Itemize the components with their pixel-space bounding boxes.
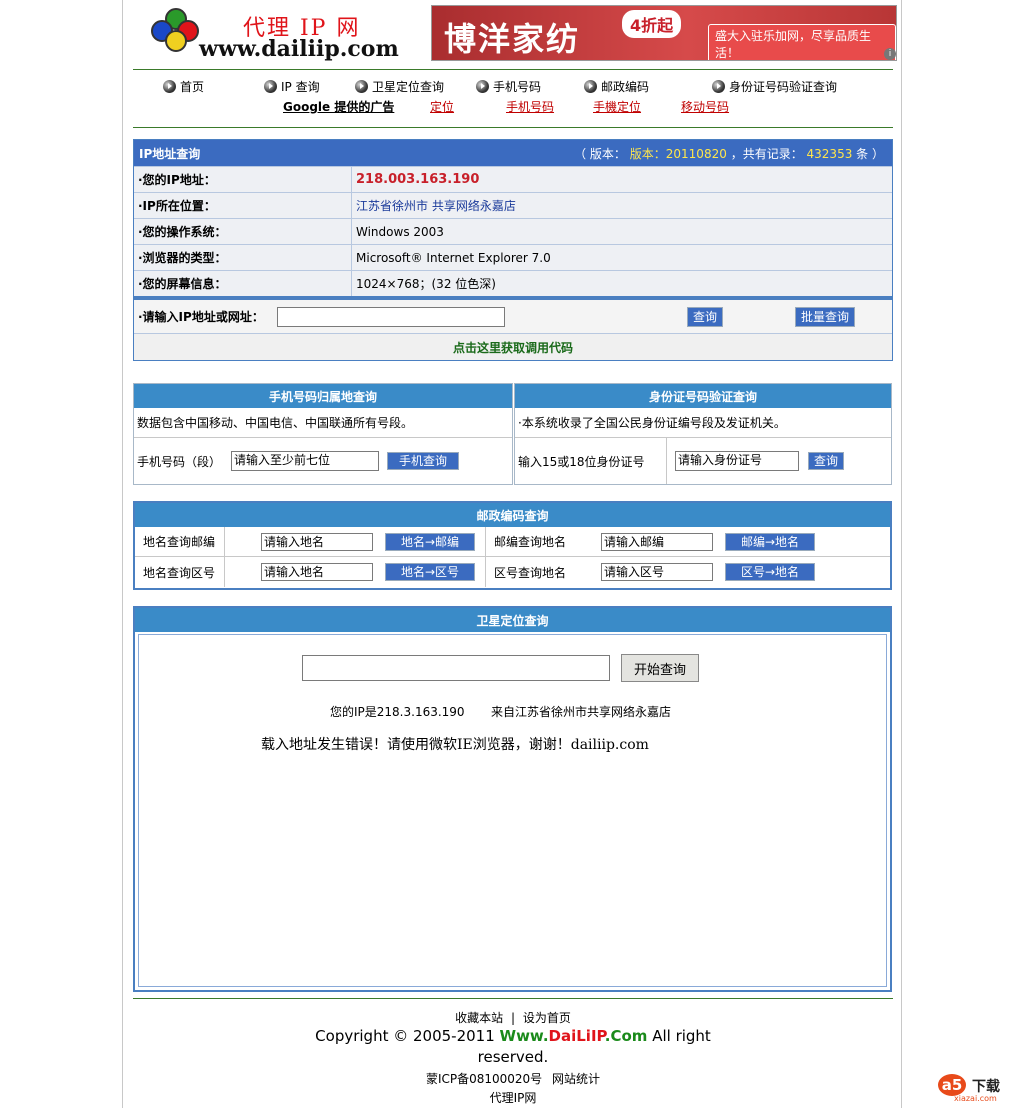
table-row: ·您的操作系统： Windows 2003 (134, 218, 892, 244)
play-bullet-icon (264, 80, 277, 93)
bookmark-link[interactable]: 收藏本站 (455, 1011, 503, 1025)
nav-item-home[interactable]: 首页 (163, 78, 204, 95)
icp-line: 蒙ICP备08100020号 网站统计 (123, 1070, 903, 1087)
info-icon[interactable]: i (884, 48, 896, 60)
table-row: ·您的IP地址： 218.003.163.190 (134, 166, 892, 192)
idcard-section-title: 身份证号码验证查询 (515, 384, 891, 408)
ip-input-label: ·请输入IP地址或网址： (138, 310, 264, 324)
nav-item-ip-query[interactable]: IP 查询 (264, 78, 320, 95)
place-to-zip-button[interactable]: 地名→邮编 (385, 532, 475, 551)
banner-title: 博洋家纺 (444, 20, 581, 58)
postal-row: 地名查询邮编 请输入地名 地名→邮编 邮编查询地名 请输入邮编 邮编→地名 (135, 526, 890, 557)
satellite-from-text: 来自江苏省徐州市共享网络永嘉店 (491, 705, 672, 719)
phone-label: 手机号码（段） (137, 454, 222, 469)
stats-link[interactable]: 网站统计 (552, 1072, 600, 1086)
idcard-query-panel: 身份证号码验证查询 ·本系统收录了全国公民身份证编号段及发证机关。 输入15或1… (514, 383, 892, 485)
os-value: Windows 2003 (356, 224, 444, 239)
satellite-frame: 开始查询 您的IP是218.3.163.190 来自江苏省徐州市共享网络永嘉店 … (138, 634, 887, 987)
footer-site-name: 代理IP网 (489, 1091, 537, 1105)
ad-banner[interactable]: 博洋家纺 4折起 盛大入驻乐加网，尽享品质生活！ i (431, 5, 897, 61)
batch-query-button[interactable]: 批量查询 (795, 306, 855, 327)
postal-row: 地名查询区号 请输入地名 地名→区号 区号查询地名 请输入区号 区号→地名 (135, 557, 890, 587)
ad-link[interactable]: 手機定位 (593, 98, 641, 115)
footer-links: 收藏本站 | 设为首页 (455, 1011, 571, 1025)
idcard-input[interactable]: 请输入身份证号 (675, 451, 799, 471)
logo-url[interactable]: www.dailiip.com (199, 36, 399, 62)
place-to-areacode-button[interactable]: 地名→区号 (385, 563, 475, 581)
nav-item-phone[interactable]: 手机号码 (476, 78, 541, 95)
start-query-button[interactable]: 开始查询 (621, 654, 699, 682)
table-row: ·浏览器的类型： Microsoft® Internet Explorer 7.… (134, 244, 892, 270)
page-container: 代理 IP 网 www.dailiip.com 博洋家纺 4折起 盛大入驻乐加网… (122, 0, 902, 1108)
watermark-logo: a5 下载 xiazai.com (936, 1072, 1016, 1104)
place-input[interactable]: 请输入地名 (261, 563, 373, 581)
icp-link[interactable]: 蒙ICP备08100020号 (426, 1072, 542, 1086)
table-row: ·您的屏幕信息： 1024×768；(32 位色深) (134, 270, 892, 296)
divider-nav (133, 127, 893, 128)
ad-link[interactable]: 手机号码 (506, 98, 554, 115)
ad-link[interactable]: 定位 (430, 98, 454, 115)
satellite-section-title: 卫星定位查询 (135, 608, 890, 632)
error-message: 载入地址发生错误！请使用微软IE浏览器，谢谢！dailiip.com (261, 737, 649, 753)
satellite-query-panel: 卫星定位查询 开始查询 您的IP是218.3.163.190 来自江苏省徐州市共… (133, 606, 892, 992)
satellite-input[interactable] (302, 655, 610, 681)
google-ads-label[interactable]: Google 提供的广告 (283, 98, 394, 115)
phone-desc: 数据包含中国移动、中国电信、中国联通所有号段。 (134, 408, 512, 438)
areacode-input[interactable]: 请输入区号 (601, 563, 713, 581)
ip-table-header: IP地址查询 （ 版本： 版本：20110820 ，共有记录： 432353 条… (134, 140, 892, 166)
postal-query-panel: 邮政编码查询 地名查询邮编 请输入地名 地名→邮编 邮编查询地名 请输入邮编 邮… (133, 501, 892, 590)
phone-input[interactable]: 请输入至少前七位 (231, 451, 379, 471)
a5-logo-icon: a5 (938, 1074, 966, 1096)
ip-address-value: 218.003.163.190 (356, 172, 480, 187)
get-code-link[interactable]: 点击这里获取调用代码 (134, 334, 892, 360)
play-bullet-icon (712, 80, 725, 93)
screen-value: 1024×768；(32 位色深) (356, 277, 496, 291)
banner-slogan: 盛大入驻乐加网，尽享品质生活！ (708, 24, 896, 60)
ad-link[interactable]: 移动号码 (681, 98, 729, 115)
ip-location-value: 江苏省徐州市 共享网络永嘉店 (356, 199, 516, 213)
satellite-ip-text: 您的IP是218.3.163.190 (330, 705, 465, 719)
idcard-label: 输入15或18位身份证号 (515, 438, 667, 484)
ip-query-panel: IP地址查询 （ 版本： 版本：20110820 ，共有记录： 432353 条… (133, 139, 893, 361)
play-bullet-icon (476, 80, 489, 93)
ip-table-title: IP地址查询 (139, 146, 201, 161)
divider-footer (133, 998, 893, 999)
ip-query-button[interactable]: 查询 (687, 306, 723, 327)
play-bullet-icon (163, 80, 176, 93)
nav-item-postal[interactable]: 邮政编码 (584, 78, 649, 95)
nav-item-satellite[interactable]: 卫星定位查询 (355, 78, 444, 95)
ip-input-row: ·请输入IP地址或网址： 查询 批量查询 (134, 300, 892, 334)
idcard-desc: ·本系统收录了全国公民身份证编号段及发证机关。 (515, 408, 891, 438)
postal-section-title: 邮政编码查询 (135, 503, 890, 527)
logo-icon (151, 8, 203, 56)
copyright: Copyright © 2005-2011 Www.DaiLiIP.Com Al… (315, 1027, 711, 1066)
phone-section-title: 手机号码归属地查询 (134, 384, 512, 408)
divider-top (133, 69, 893, 70)
idcard-query-button[interactable]: 查询 (808, 452, 844, 470)
banner-badge: 4折起 (622, 10, 682, 38)
zip-to-place-button[interactable]: 邮编→地名 (725, 532, 815, 551)
play-bullet-icon (355, 80, 368, 93)
table-row: ·IP所在位置： 江苏省徐州市 共享网络永嘉店 (134, 192, 892, 218)
phone-query-button[interactable]: 手机查询 (387, 452, 459, 470)
browser-value: Microsoft® Internet Explorer 7.0 (356, 250, 551, 265)
version-info: （ 版本： 版本：20110820 ，共有记录： 432353 条 ） (574, 146, 884, 161)
ip-input[interactable] (277, 306, 505, 327)
phone-query-panel: 手机号码归属地查询 数据包含中国移动、中国电信、中国联通所有号段。 手机号码（段… (133, 383, 513, 485)
areacode-to-place-button[interactable]: 区号→地名 (725, 563, 815, 581)
play-bullet-icon (584, 80, 597, 93)
set-homepage-link[interactable]: 设为首页 (523, 1011, 571, 1025)
place-input[interactable]: 请输入地名 (261, 532, 373, 551)
nav-item-idcard[interactable]: 身份证号码验证查询 (712, 78, 837, 95)
zip-input[interactable]: 请输入邮编 (601, 532, 713, 551)
